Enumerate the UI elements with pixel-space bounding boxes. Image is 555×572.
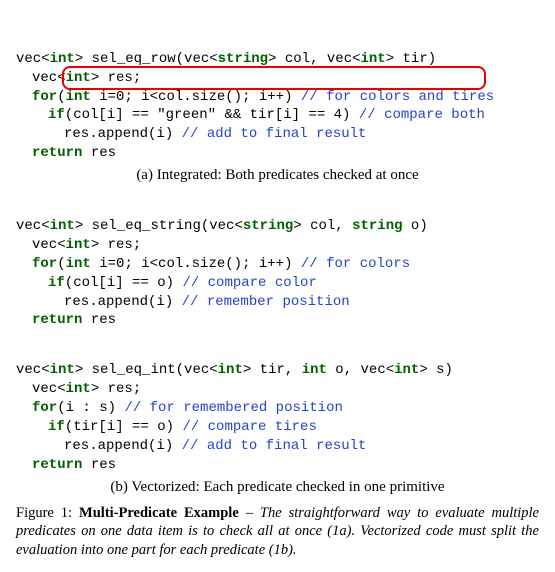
- code-line: res.append(i) // add to final result: [16, 437, 366, 456]
- code-block-a: vec<int> sel_eq_row(vec<string> col, vec…: [16, 12, 539, 163]
- code-line: vec<int> res;: [16, 69, 141, 88]
- code-line: if(tir[i] == o) // compare tires: [16, 418, 317, 437]
- code-line: return res: [16, 311, 116, 330]
- caption-b: (b) Vectorized: Each predicate checked i…: [16, 479, 539, 496]
- code-line: vec<int> sel_eq_row(vec<string> col, vec…: [16, 51, 436, 67]
- code-line: vec<int> res;: [16, 236, 141, 255]
- code-block-b2: vec<int> sel_eq_int(vec<int> tir, int o,…: [16, 342, 539, 474]
- code-block-b1: vec<int> sel_eq_string(vec<string> col, …: [16, 198, 539, 330]
- code-line: vec<int> sel_eq_string(vec<string> col, …: [16, 218, 428, 234]
- code-line: res.append(i) // add to final result: [16, 125, 366, 144]
- code-line: return res: [16, 456, 116, 475]
- figure-label: Figure 1:: [16, 505, 79, 521]
- figure-caption: Figure 1: Multi-Predicate Example – The …: [16, 504, 539, 561]
- code-line: return res: [16, 144, 116, 163]
- code-line: vec<int> sel_eq_int(vec<int> tir, int o,…: [16, 362, 453, 378]
- code-line: for(int i=0; i<col.size(); i++) // for c…: [16, 255, 410, 274]
- caption-a: (a) Integrated: Both predicates checked …: [16, 167, 539, 184]
- code-line: res.append(i) // remember position: [16, 293, 350, 312]
- code-line: if(col[i] == o) // compare color: [16, 274, 317, 293]
- code-line: if(col[i] == "green" && tir[i] == 4) // …: [16, 106, 485, 125]
- code-line: vec<int> res;: [16, 380, 141, 399]
- figure-title: Multi-Predicate Example: [79, 505, 239, 521]
- code-line: for(int i=0; i<col.size(); i++) // for c…: [16, 88, 494, 107]
- code-line: for(i : s) // for remembered position: [16, 399, 343, 418]
